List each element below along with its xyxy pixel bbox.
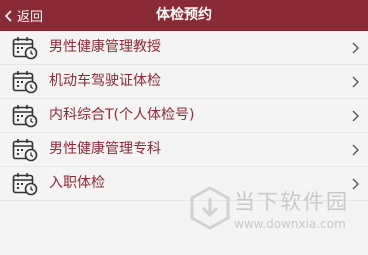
- calendar-clock-icon: [12, 139, 38, 162]
- list-item-label: 内科综合T(个人体检号): [49, 107, 195, 123]
- calendar-clock-icon: [12, 71, 38, 94]
- list-item-label: 入职体检: [49, 175, 105, 191]
- chevron-right-icon: [352, 42, 359, 54]
- list-item[interactable]: 男性健康管理教授: [0, 31, 368, 65]
- chevron-right-icon: [352, 110, 359, 122]
- list-item[interactable]: 男性健康管理专科: [0, 133, 368, 167]
- calendar-clock-icon: [12, 37, 38, 60]
- appointment-list: 男性健康管理教授 机动车驾驶证体检 内科综合T(个人体检号) 男性健康管理专科 …: [0, 31, 368, 201]
- list-item-label: 男性健康管理专科: [49, 141, 161, 157]
- chevron-right-icon: [352, 178, 359, 190]
- list-item[interactable]: 内科综合T(个人体检号): [0, 99, 368, 133]
- chevron-right-icon: [352, 144, 359, 156]
- chevron-right-icon: [352, 76, 359, 88]
- list-item[interactable]: 入职体检: [0, 167, 368, 201]
- watermark-url: www.downxia.com: [234, 217, 346, 231]
- page-title: 体检预约: [156, 7, 212, 23]
- calendar-clock-icon: [12, 105, 38, 128]
- list-item-label: 机动车驾驶证体检: [49, 73, 161, 89]
- header-bar: 返回 体检预约: [0, 0, 368, 31]
- list-item-label: 男性健康管理教授: [49, 39, 161, 55]
- calendar-clock-icon: [12, 173, 38, 196]
- list-item[interactable]: 机动车驾驶证体检: [0, 65, 368, 99]
